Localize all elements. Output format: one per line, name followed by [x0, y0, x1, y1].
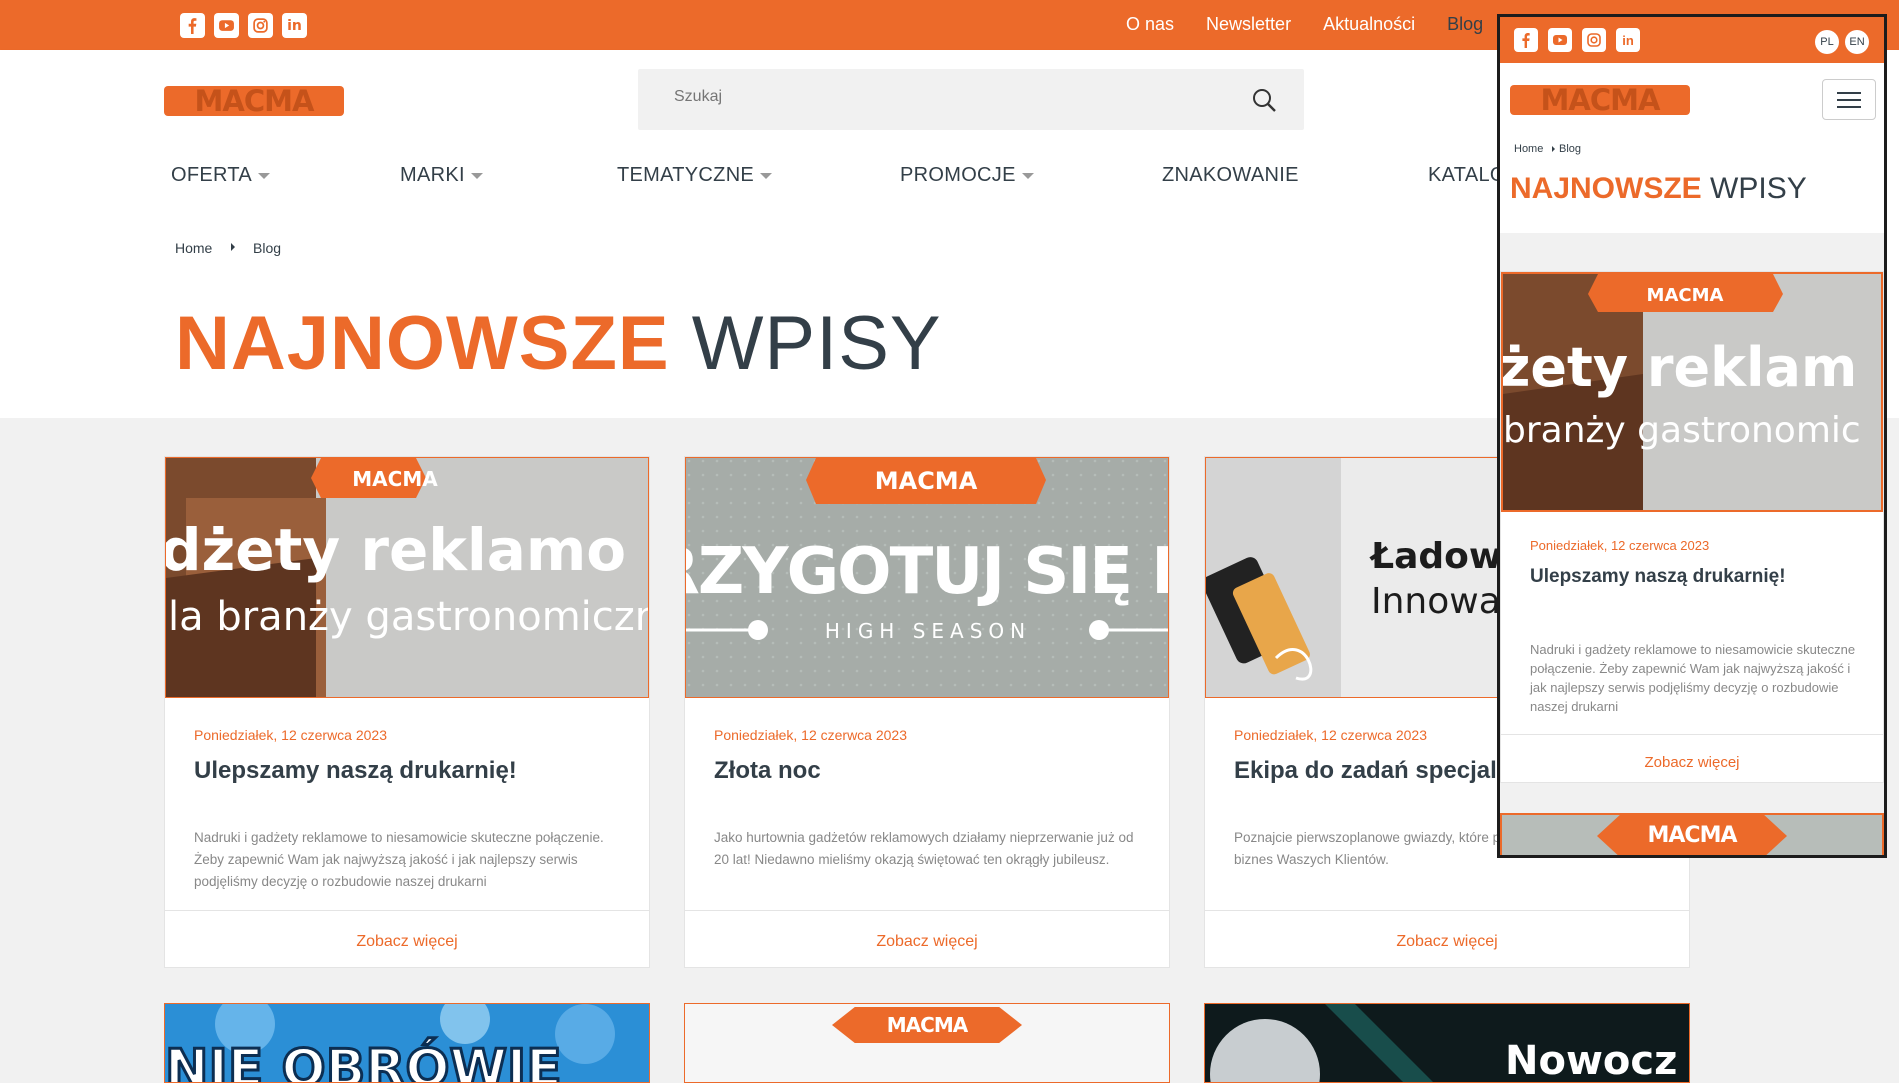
svg-text:MACMA: MACMA: [1647, 285, 1724, 306]
post-excerpt: Nadruki i gadżety reklamowe to niesamowi…: [194, 830, 604, 889]
facebook-icon[interactable]: [1514, 28, 1538, 52]
chevron-down-icon: [470, 172, 483, 179]
youtube-icon[interactable]: [1548, 28, 1572, 52]
post-excerpt: Jako hurtownia gadżetów reklamowych dzia…: [714, 830, 1134, 867]
divider: [1205, 910, 1689, 911]
breadcrumb-arrow-icon: [1552, 146, 1555, 152]
macma-logo[interactable]: MACMA: [1510, 79, 1690, 119]
top-link-aktualnosci[interactable]: Aktualności: [1323, 14, 1415, 35]
post-title[interactable]: Ekipa do zadań specjalny: [1234, 757, 1525, 785]
post-card[interactable]: Nowocz: [1204, 1003, 1690, 1083]
post-card[interactable]: MACMA: [684, 1003, 1170, 1083]
read-more-link[interactable]: Zobacz więcej: [685, 933, 1169, 951]
linkedin-icon[interactable]: in: [282, 13, 307, 38]
top-link-newsletter[interactable]: Newsletter: [1206, 14, 1291, 35]
post-date: Poniedziałek, 12 czerwca 2023: [194, 727, 388, 743]
nav-marki[interactable]: MARKI: [400, 164, 483, 187]
chevron-down-icon: [258, 172, 271, 179]
facebook-icon[interactable]: [180, 13, 205, 38]
lang-en-button[interactable]: EN: [1845, 30, 1869, 54]
post-title[interactable]: Złota noc: [714, 757, 821, 785]
search-box: [638, 69, 1304, 130]
logo-text: MACMA: [195, 84, 315, 118]
svg-text:MACMA: MACMA: [875, 467, 978, 495]
post-image[interactable]: MACMA dżety reklamo la branży gastronomi…: [165, 457, 649, 698]
search-input[interactable]: [674, 88, 1234, 106]
page-title: NAJNOWSZE WPISY: [1510, 172, 1807, 205]
chevron-down-icon: [1021, 172, 1034, 179]
post-card[interactable]: MACMA żety reklam branży gastronomic Pon…: [1500, 271, 1884, 783]
divider: [685, 910, 1169, 911]
mobile-preview: in PL EN MACMA Home Blog NAJNOWSZE WPISY…: [1497, 14, 1887, 858]
post-title[interactable]: Ulepszamy naszą drukarnię!: [1530, 566, 1786, 588]
read-more-link[interactable]: Zobacz więcej: [1501, 754, 1883, 771]
post-image-badge: MACMA: [1597, 815, 1787, 855]
top-link-o-nas[interactable]: O nas: [1126, 14, 1174, 35]
svg-text:MACMA: MACMA: [352, 467, 438, 491]
top-links: O nas Newsletter Aktualności Blog: [1126, 14, 1483, 35]
linkedin-icon[interactable]: in: [1616, 28, 1640, 52]
youtube-icon[interactable]: [214, 13, 239, 38]
page-title: NAJNOWSZE WPISY: [175, 301, 942, 386]
top-link-blog[interactable]: Blog: [1447, 14, 1483, 35]
nav-oferta[interactable]: OFERTA: [171, 164, 271, 187]
svg-text:dżety reklamo: dżety reklamo: [166, 516, 626, 584]
svg-text:HIGH SEASON: HIGH SEASON: [825, 619, 1031, 643]
post-card[interactable]: MACMA PRZYGOTUJ SIĘ NA HIGH SEASON Ponie…: [684, 456, 1170, 968]
nav-promocje[interactable]: PROMOCJE: [900, 164, 1034, 187]
svg-text:MACMA: MACMA: [1541, 83, 1661, 117]
divider: [165, 910, 649, 911]
post-excerpt: Nadruki i gadżety reklamowe to niesamowi…: [1530, 642, 1856, 714]
nav-tematyczne[interactable]: TEMATYCZNE: [617, 164, 773, 187]
post-date: Poniedziałek, 12 czerwca 2023: [1530, 538, 1710, 553]
breadcrumb-current: Blog: [253, 240, 282, 256]
read-more-link[interactable]: Zobacz więcej: [165, 933, 649, 951]
post-date: Poniedziałek, 12 czerwca 2023: [1234, 727, 1428, 743]
instagram-icon[interactable]: [1582, 28, 1606, 52]
svg-text:Innowa: Innowa: [1371, 581, 1501, 622]
svg-text:la branży gastronomiczne: la branży gastronomiczne: [168, 594, 649, 640]
lang-pl-button[interactable]: PL: [1815, 30, 1839, 54]
nav-katalogi[interactable]: KATALO: [1428, 164, 1506, 187]
mobile-top-bar: in PL EN: [1500, 17, 1884, 63]
post-card[interactable]: NIE OBRÓWIE: [164, 1003, 650, 1083]
hamburger-menu-button[interactable]: [1822, 79, 1876, 120]
post-image[interactable]: MACMA żety reklam branży gastronomic: [1501, 272, 1883, 512]
breadcrumb-home[interactable]: Home: [175, 240, 212, 256]
post-title[interactable]: Ulepszamy naszą drukarnię!: [194, 757, 517, 785]
instagram-icon[interactable]: [248, 13, 273, 38]
breadcrumb-home[interactable]: Home: [1514, 143, 1543, 155]
post-image-badge: MACMA: [832, 1007, 1022, 1043]
post-date: Poniedziałek, 12 czerwca 2023: [714, 727, 908, 743]
svg-text:PRZYGOTUJ SIĘ NA: PRZYGOTUJ SIĘ NA: [686, 535, 1169, 609]
post-image-text: Nowocz: [1505, 1038, 1677, 1083]
nav-znakowanie[interactable]: ZNAKOWANIE: [1162, 164, 1299, 187]
post-image[interactable]: MACMA PRZYGOTUJ SIĘ NA HIGH SEASON: [685, 457, 1169, 698]
post-card[interactable]: MACMA dżety reklamo la branży gastronomi…: [164, 456, 650, 968]
divider: [1501, 734, 1883, 735]
svg-text:żety reklam: żety reklam: [1503, 336, 1857, 399]
post-card[interactable]: MACMA: [1500, 813, 1884, 855]
post-image-text: NIE OBRÓWIE: [165, 1037, 562, 1083]
macma-logo[interactable]: MACMA: [164, 82, 344, 118]
read-more-link[interactable]: Zobacz więcej: [1205, 933, 1689, 951]
breadcrumb-current: Blog: [1559, 143, 1582, 155]
breadcrumb-arrow-icon: [231, 243, 235, 251]
chevron-down-icon: [760, 172, 773, 179]
svg-text:branży gastronomic: branży gastronomic: [1503, 410, 1861, 451]
search-icon[interactable]: [1250, 86, 1278, 114]
